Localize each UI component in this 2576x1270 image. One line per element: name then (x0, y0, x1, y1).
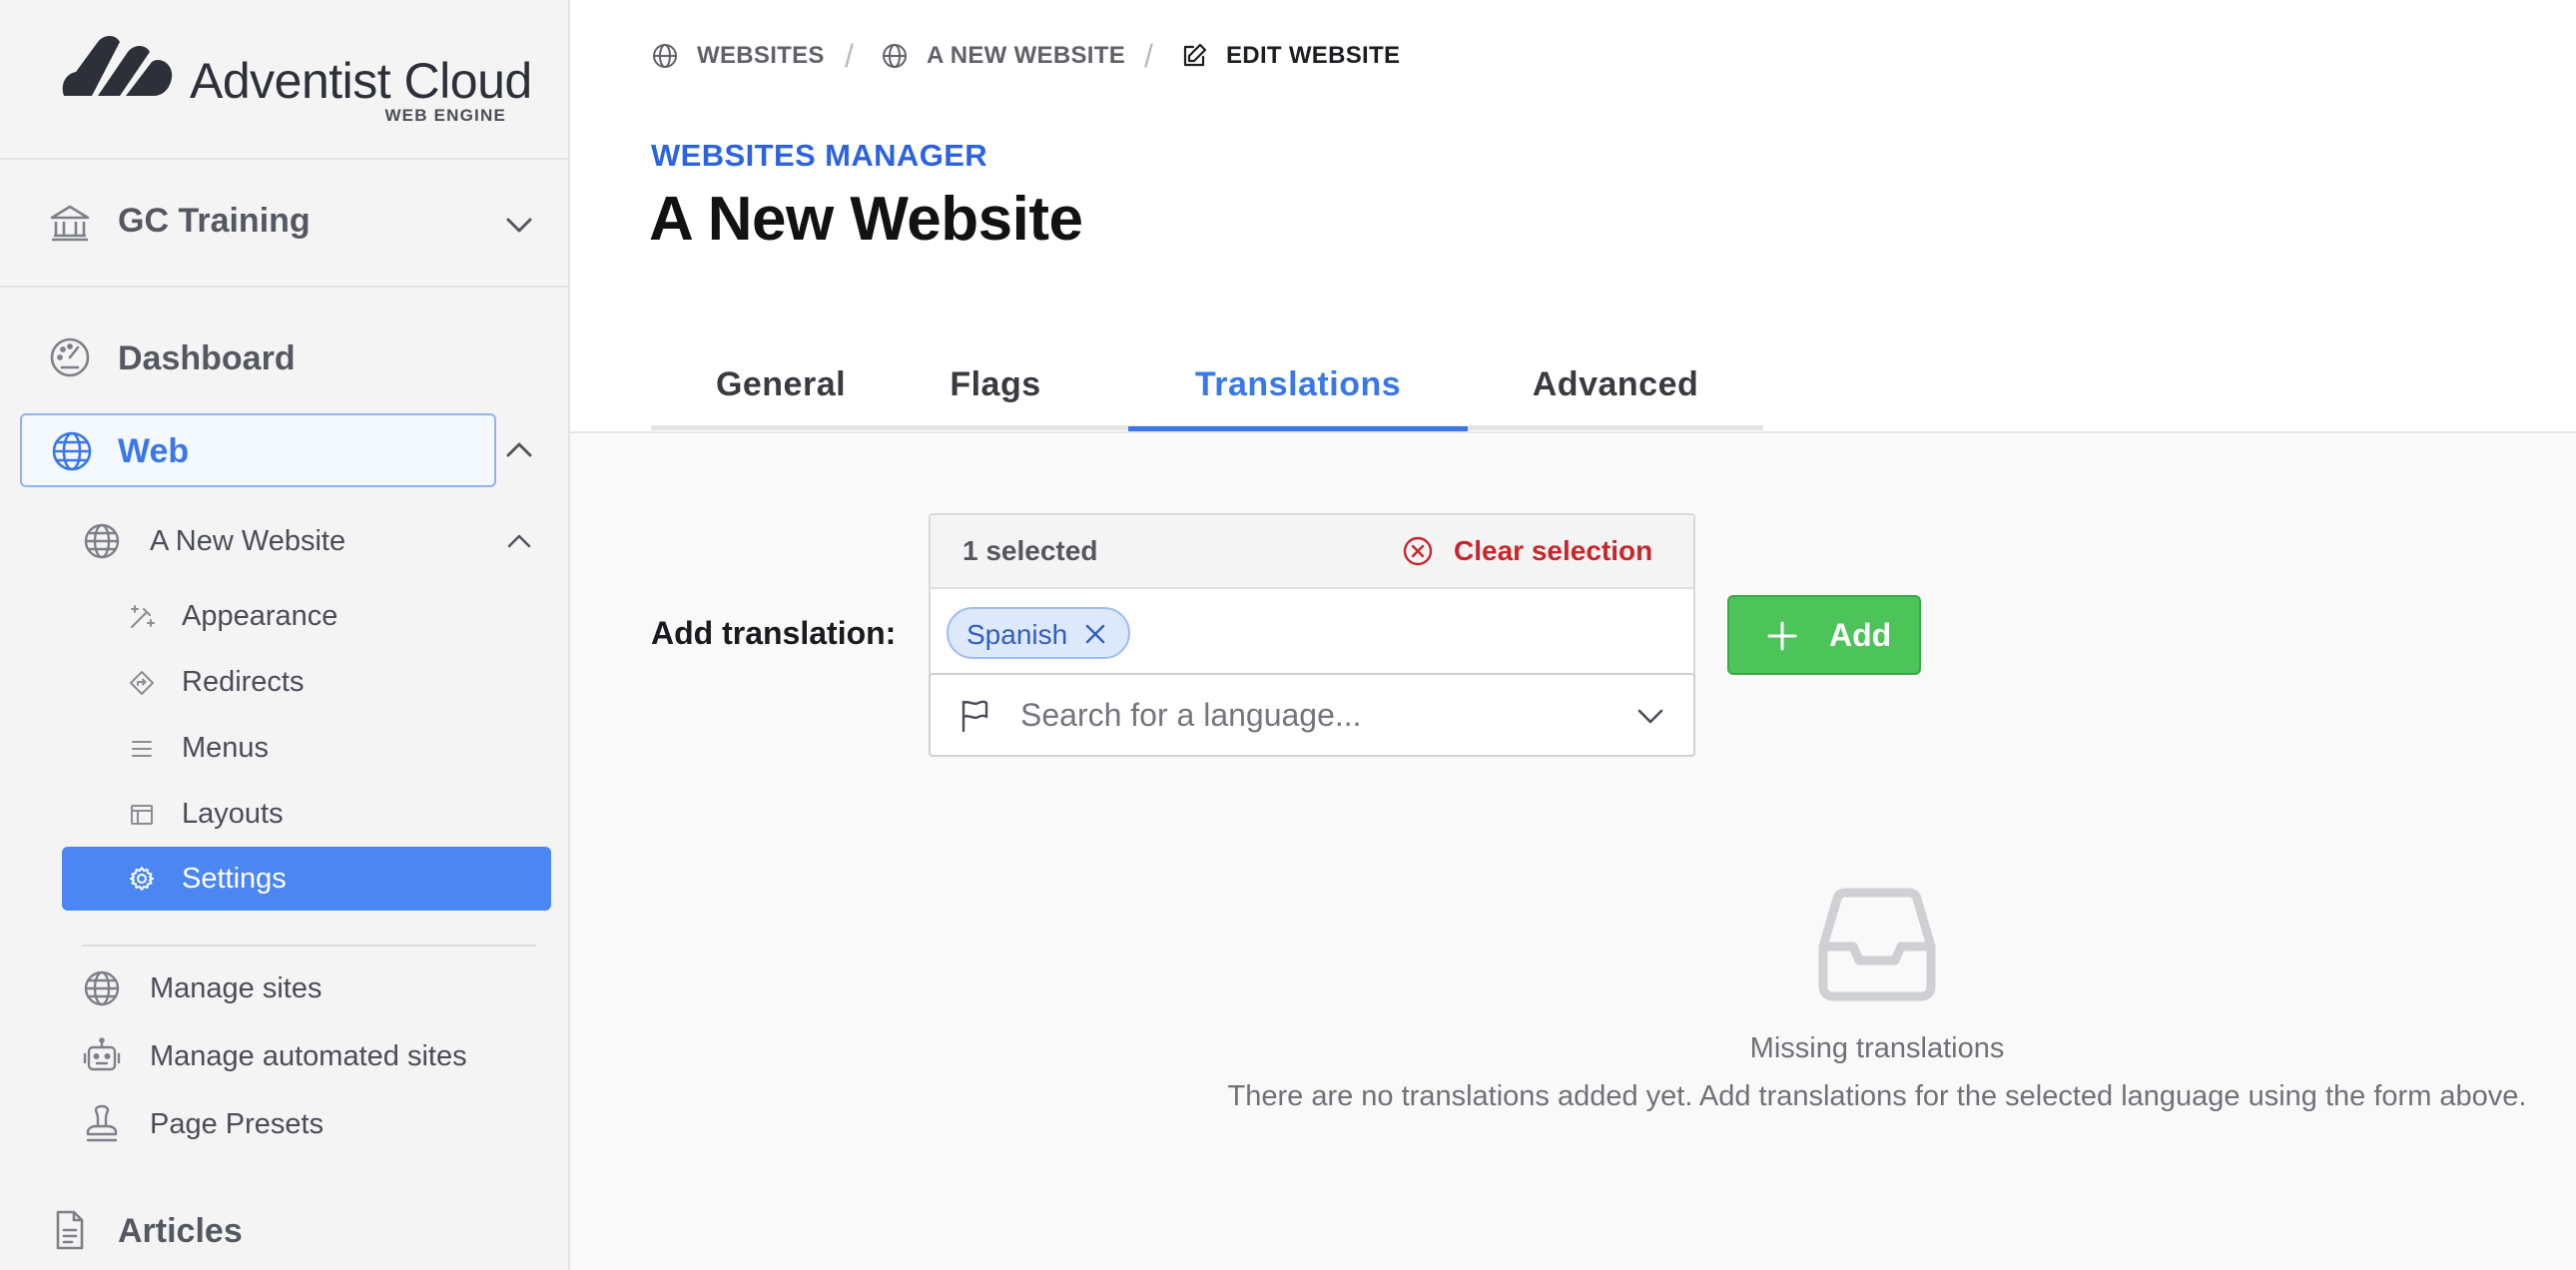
sidebar: Adventist Cloud WEB ENGINE GC Training D… (0, 0, 570, 1270)
globe-icon (883, 44, 907, 68)
language-multiselect: 1 selected Clear selection Spanish (929, 513, 1695, 757)
add-translation-label: Add translation: (651, 615, 897, 651)
gear-icon (130, 867, 154, 891)
document-icon (56, 1210, 84, 1250)
layout-icon (131, 805, 153, 825)
add-translation-button[interactable]: Add (1727, 595, 1921, 675)
sidebar-item-label: A New Website (150, 525, 346, 557)
sidebar-item-label: Redirects (182, 666, 305, 698)
globe-icon (52, 431, 92, 471)
sidebar-item-settings[interactable]: Settings (62, 847, 551, 911)
chip-label: Spanish (966, 619, 1068, 650)
globe-icon (84, 523, 120, 559)
sidebar-item-manage-sites[interactable]: Manage sites (82, 968, 541, 1008)
wand-icon (131, 605, 155, 628)
sidebar-item-site[interactable]: A New Website (82, 521, 541, 561)
sidebar-item-label: Manage sites (150, 972, 322, 1004)
org-switcher[interactable]: GC Training (0, 160, 568, 288)
sidebar-item-label: Manage automated sites (150, 1040, 467, 1072)
menu-icon (132, 741, 152, 757)
language-search-input[interactable] (1020, 691, 1580, 739)
sidebar-item-label: Articles (118, 1212, 243, 1250)
close-circle-icon (1403, 536, 1433, 566)
dashboard-gauge-icon (50, 337, 90, 377)
sidebar-item-manage-automated-sites[interactable]: Manage automated sites (82, 1036, 541, 1076)
sidebar-item-redirects[interactable]: Redirects (128, 663, 527, 703)
globe-icon (84, 970, 120, 1006)
tab-flags[interactable]: Flags (911, 357, 1080, 431)
breadcrumb-separator: / (845, 38, 854, 74)
tab-general[interactable]: General (651, 357, 911, 431)
sidebar-item-label: Page Presets (150, 1108, 324, 1140)
empty-state-description: There are no translations added yet. Add… (1227, 1080, 2527, 1112)
brand-logo[interactable]: Adventist Cloud WEB ENGINE (0, 0, 568, 160)
selected-count: 1 selected (963, 535, 1098, 566)
stamp-icon (86, 1104, 118, 1142)
chevron-down-icon (506, 218, 532, 233)
sidebar-divider (82, 945, 536, 947)
page-eyebrow: WEBSITES MANAGER (651, 138, 988, 173)
breadcrumb-separator: / (1144, 38, 1153, 74)
selection-header: 1 selected Clear selection (931, 515, 1693, 589)
chevron-up-icon[interactable] (505, 529, 533, 553)
bank-icon (50, 205, 90, 242)
sidebar-item-page-presets[interactable]: Page Presets (82, 1104, 541, 1144)
sidebar-item-label: Layouts (182, 798, 284, 830)
org-name: GC Training (118, 202, 311, 240)
remove-chip-icon[interactable] (1082, 621, 1108, 647)
edit-icon (1183, 43, 1207, 67)
tab-advanced[interactable]: Advanced (1468, 357, 1763, 431)
cloud-logo-icon (62, 36, 173, 96)
sidebar-item-label: Menus (182, 732, 270, 764)
inbox-icon (1818, 888, 1936, 1001)
empty-state-title: Missing translations (1749, 1032, 2005, 1064)
sidebar-item-web[interactable]: Web (20, 413, 496, 487)
chevron-up-icon[interactable] (503, 435, 535, 465)
sidebar-item-label: Appearance (182, 600, 338, 632)
language-search-field[interactable] (929, 673, 1695, 757)
globe-icon (653, 44, 677, 68)
brand-tagline: WEB ENGINE (384, 106, 506, 125)
sidebar-item-menus[interactable]: Menus (128, 729, 527, 769)
brand-name: Adventist Cloud (190, 53, 532, 109)
language-chip: Spanish (947, 607, 1130, 659)
redirect-icon (130, 671, 154, 695)
page-title: A New Website (649, 185, 1083, 254)
chevron-down-icon[interactable] (1635, 703, 1665, 729)
sidebar-item-label: Web (118, 432, 190, 470)
robot-icon (83, 1037, 121, 1071)
sidebar-item-label: Dashboard (118, 339, 296, 377)
flag-icon (962, 700, 988, 733)
sidebar-item-appearance[interactable]: Appearance (128, 597, 527, 637)
sidebar-item-label: Settings (182, 863, 287, 895)
plus-icon (1767, 621, 1797, 651)
sidebar-item-layouts[interactable]: Layouts (128, 795, 527, 835)
tab-translations[interactable]: Translations (1128, 357, 1468, 431)
tab-bar: General Flags Translations Advanced (651, 353, 1763, 433)
